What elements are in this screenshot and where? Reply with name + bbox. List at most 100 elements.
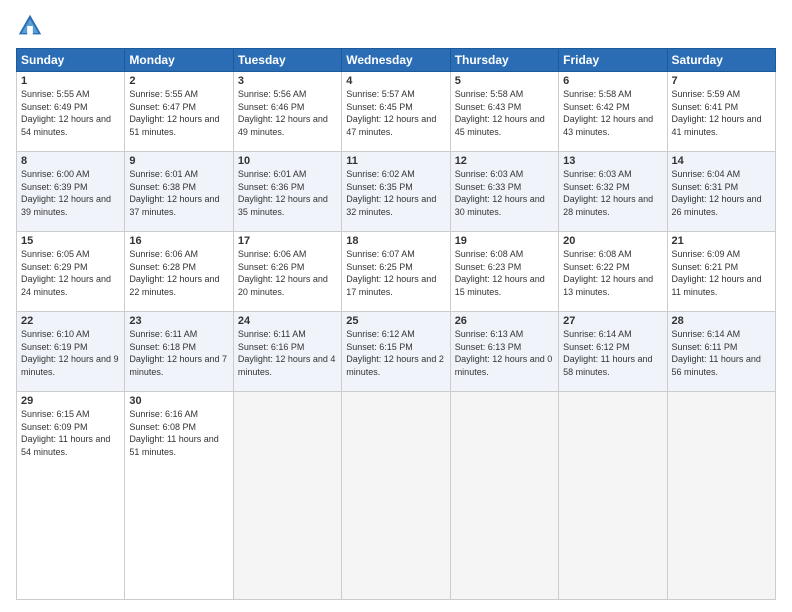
- weekday-header-sunday: Sunday: [17, 49, 125, 72]
- page: SundayMondayTuesdayWednesdayThursdayFrid…: [0, 0, 792, 612]
- day-cell: 25 Sunrise: 6:12 AM Sunset: 6:15 PM Dayl…: [342, 312, 450, 392]
- day-number: 23: [129, 315, 228, 327]
- day-number: 27: [563, 315, 662, 327]
- day-number: 10: [238, 155, 337, 167]
- day-info: Sunrise: 6:12 AM Sunset: 6:15 PM Dayligh…: [346, 328, 445, 378]
- day-info: Sunrise: 6:15 AM Sunset: 6:09 PM Dayligh…: [21, 408, 120, 458]
- day-number: 21: [672, 235, 771, 247]
- day-info: Sunrise: 5:55 AM Sunset: 6:47 PM Dayligh…: [129, 88, 228, 138]
- day-info: Sunrise: 6:05 AM Sunset: 6:29 PM Dayligh…: [21, 248, 120, 298]
- day-number: 22: [21, 315, 120, 327]
- calendar: SundayMondayTuesdayWednesdayThursdayFrid…: [16, 48, 776, 600]
- day-cell: 30 Sunrise: 6:16 AM Sunset: 6:08 PM Dayl…: [125, 392, 233, 600]
- day-info: Sunrise: 6:14 AM Sunset: 6:12 PM Dayligh…: [563, 328, 662, 378]
- day-number: 5: [455, 75, 554, 87]
- day-cell: 13 Sunrise: 6:03 AM Sunset: 6:32 PM Dayl…: [559, 152, 667, 232]
- day-info: Sunrise: 6:07 AM Sunset: 6:25 PM Dayligh…: [346, 248, 445, 298]
- day-cell: 19 Sunrise: 6:08 AM Sunset: 6:23 PM Dayl…: [450, 232, 558, 312]
- day-info: Sunrise: 6:13 AM Sunset: 6:13 PM Dayligh…: [455, 328, 554, 378]
- day-cell: 3 Sunrise: 5:56 AM Sunset: 6:46 PM Dayli…: [233, 72, 341, 152]
- day-info: Sunrise: 6:11 AM Sunset: 6:18 PM Dayligh…: [129, 328, 228, 378]
- day-cell: 1 Sunrise: 5:55 AM Sunset: 6:49 PM Dayli…: [17, 72, 125, 152]
- day-number: 20: [563, 235, 662, 247]
- day-number: 15: [21, 235, 120, 247]
- day-number: 17: [238, 235, 337, 247]
- day-cell: 24 Sunrise: 6:11 AM Sunset: 6:16 PM Dayl…: [233, 312, 341, 392]
- week-row-3: 15 Sunrise: 6:05 AM Sunset: 6:29 PM Dayl…: [17, 232, 776, 312]
- weekday-header-monday: Monday: [125, 49, 233, 72]
- day-info: Sunrise: 6:04 AM Sunset: 6:31 PM Dayligh…: [672, 168, 771, 218]
- day-info: Sunrise: 6:08 AM Sunset: 6:22 PM Dayligh…: [563, 248, 662, 298]
- day-info: Sunrise: 6:11 AM Sunset: 6:16 PM Dayligh…: [238, 328, 337, 378]
- day-number: 14: [672, 155, 771, 167]
- day-number: 26: [455, 315, 554, 327]
- weekday-header-friday: Friday: [559, 49, 667, 72]
- day-cell: 6 Sunrise: 5:58 AM Sunset: 6:42 PM Dayli…: [559, 72, 667, 152]
- day-info: Sunrise: 6:00 AM Sunset: 6:39 PM Dayligh…: [21, 168, 120, 218]
- day-number: 8: [21, 155, 120, 167]
- day-info: Sunrise: 5:57 AM Sunset: 6:45 PM Dayligh…: [346, 88, 445, 138]
- day-cell: [559, 392, 667, 600]
- day-cell: 8 Sunrise: 6:00 AM Sunset: 6:39 PM Dayli…: [17, 152, 125, 232]
- weekday-header-saturday: Saturday: [667, 49, 775, 72]
- weekday-header-thursday: Thursday: [450, 49, 558, 72]
- day-cell: 2 Sunrise: 5:55 AM Sunset: 6:47 PM Dayli…: [125, 72, 233, 152]
- day-info: Sunrise: 6:01 AM Sunset: 6:36 PM Dayligh…: [238, 168, 337, 218]
- day-number: 7: [672, 75, 771, 87]
- day-cell: 14 Sunrise: 6:04 AM Sunset: 6:31 PM Dayl…: [667, 152, 775, 232]
- day-cell: 21 Sunrise: 6:09 AM Sunset: 6:21 PM Dayl…: [667, 232, 775, 312]
- day-cell: 18 Sunrise: 6:07 AM Sunset: 6:25 PM Dayl…: [342, 232, 450, 312]
- day-cell: 16 Sunrise: 6:06 AM Sunset: 6:28 PM Dayl…: [125, 232, 233, 312]
- day-info: Sunrise: 5:58 AM Sunset: 6:42 PM Dayligh…: [563, 88, 662, 138]
- header: [16, 12, 776, 40]
- day-number: 25: [346, 315, 445, 327]
- day-info: Sunrise: 5:59 AM Sunset: 6:41 PM Dayligh…: [672, 88, 771, 138]
- day-number: 24: [238, 315, 337, 327]
- day-cell: [342, 392, 450, 600]
- day-number: 29: [21, 395, 120, 407]
- day-number: 11: [346, 155, 445, 167]
- day-number: 12: [455, 155, 554, 167]
- day-cell: 22 Sunrise: 6:10 AM Sunset: 6:19 PM Dayl…: [17, 312, 125, 392]
- day-cell: [450, 392, 558, 600]
- logo: [16, 12, 48, 40]
- day-cell: 23 Sunrise: 6:11 AM Sunset: 6:18 PM Dayl…: [125, 312, 233, 392]
- day-number: 16: [129, 235, 228, 247]
- day-number: 2: [129, 75, 228, 87]
- day-cell: 20 Sunrise: 6:08 AM Sunset: 6:22 PM Dayl…: [559, 232, 667, 312]
- day-cell: 17 Sunrise: 6:06 AM Sunset: 6:26 PM Dayl…: [233, 232, 341, 312]
- day-info: Sunrise: 6:08 AM Sunset: 6:23 PM Dayligh…: [455, 248, 554, 298]
- day-info: Sunrise: 6:02 AM Sunset: 6:35 PM Dayligh…: [346, 168, 445, 218]
- day-number: 19: [455, 235, 554, 247]
- day-number: 28: [672, 315, 771, 327]
- day-cell: 12 Sunrise: 6:03 AM Sunset: 6:33 PM Dayl…: [450, 152, 558, 232]
- day-info: Sunrise: 5:55 AM Sunset: 6:49 PM Dayligh…: [21, 88, 120, 138]
- logo-icon: [16, 12, 44, 40]
- day-cell: 26 Sunrise: 6:13 AM Sunset: 6:13 PM Dayl…: [450, 312, 558, 392]
- day-number: 4: [346, 75, 445, 87]
- day-info: Sunrise: 5:56 AM Sunset: 6:46 PM Dayligh…: [238, 88, 337, 138]
- day-number: 18: [346, 235, 445, 247]
- day-number: 30: [129, 395, 228, 407]
- weekday-header-wednesday: Wednesday: [342, 49, 450, 72]
- day-info: Sunrise: 6:10 AM Sunset: 6:19 PM Dayligh…: [21, 328, 120, 378]
- day-info: Sunrise: 6:16 AM Sunset: 6:08 PM Dayligh…: [129, 408, 228, 458]
- day-info: Sunrise: 6:09 AM Sunset: 6:21 PM Dayligh…: [672, 248, 771, 298]
- day-info: Sunrise: 6:03 AM Sunset: 6:32 PM Dayligh…: [563, 168, 662, 218]
- day-number: 6: [563, 75, 662, 87]
- day-number: 1: [21, 75, 120, 87]
- day-cell: 10 Sunrise: 6:01 AM Sunset: 6:36 PM Dayl…: [233, 152, 341, 232]
- day-info: Sunrise: 6:14 AM Sunset: 6:11 PM Dayligh…: [672, 328, 771, 378]
- weekday-header-tuesday: Tuesday: [233, 49, 341, 72]
- day-cell: 29 Sunrise: 6:15 AM Sunset: 6:09 PM Dayl…: [17, 392, 125, 600]
- day-cell: 28 Sunrise: 6:14 AM Sunset: 6:11 PM Dayl…: [667, 312, 775, 392]
- day-cell: 9 Sunrise: 6:01 AM Sunset: 6:38 PM Dayli…: [125, 152, 233, 232]
- day-info: Sunrise: 5:58 AM Sunset: 6:43 PM Dayligh…: [455, 88, 554, 138]
- day-cell: 27 Sunrise: 6:14 AM Sunset: 6:12 PM Dayl…: [559, 312, 667, 392]
- week-row-5: 29 Sunrise: 6:15 AM Sunset: 6:09 PM Dayl…: [17, 392, 776, 600]
- day-info: Sunrise: 6:06 AM Sunset: 6:26 PM Dayligh…: [238, 248, 337, 298]
- day-info: Sunrise: 6:03 AM Sunset: 6:33 PM Dayligh…: [455, 168, 554, 218]
- day-cell: [667, 392, 775, 600]
- day-number: 9: [129, 155, 228, 167]
- day-cell: 15 Sunrise: 6:05 AM Sunset: 6:29 PM Dayl…: [17, 232, 125, 312]
